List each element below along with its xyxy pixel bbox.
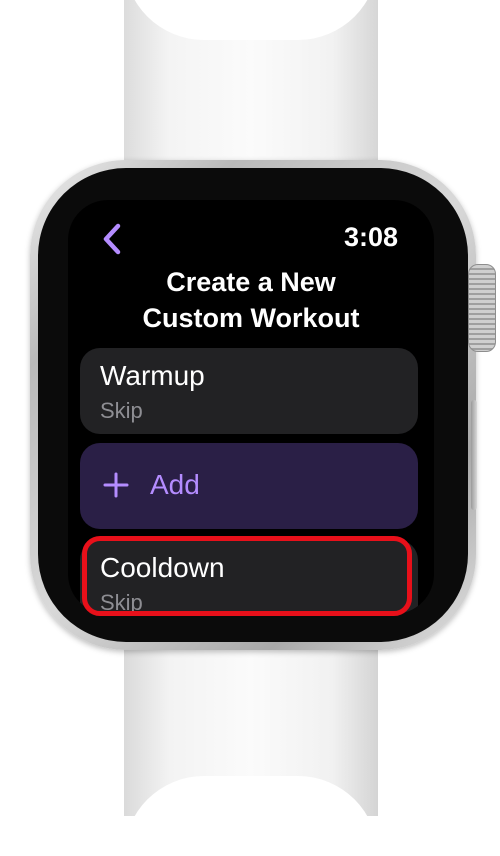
- plus-icon: [103, 472, 129, 498]
- warmup-title: Warmup: [100, 360, 205, 391]
- page-title-line-1: Create a New: [166, 267, 336, 297]
- page-title: Create a New Custom Workout: [68, 264, 434, 336]
- chevron-left-icon: [103, 223, 121, 255]
- side-button[interactable]: [471, 400, 477, 510]
- cooldown-highlight-box: [82, 536, 412, 616]
- warmup-row[interactable]: Warmup Skip: [80, 348, 418, 434]
- add-label: Add: [150, 469, 200, 500]
- page-title-line-2: Custom Workout: [142, 303, 360, 333]
- back-button[interactable]: [98, 222, 128, 256]
- digital-crown[interactable]: [468, 264, 496, 352]
- warmup-subtitle: Skip: [100, 398, 143, 423]
- add-button[interactable]: Add: [80, 443, 418, 529]
- status-time: 3:08: [343, 222, 398, 252]
